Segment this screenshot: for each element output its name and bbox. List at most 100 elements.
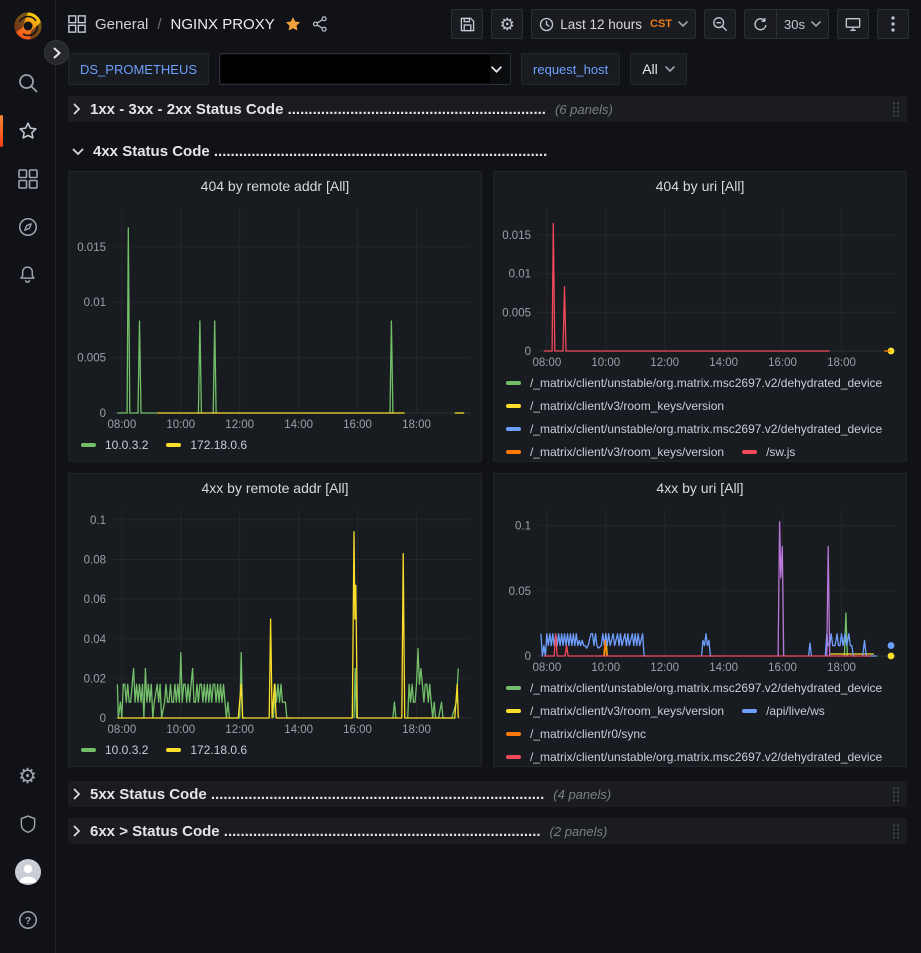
sidebar-item-starred[interactable]	[0, 108, 56, 154]
row-panel-count: (6 panels)	[555, 102, 613, 117]
dashboard-grid-icon	[68, 15, 86, 33]
timeseries-chart[interactable]: 08:0010:0012:0014:0016:0018:0000.050.1	[494, 502, 906, 676]
zoom-out-button[interactable]	[704, 9, 736, 39]
legend-item[interactable]: /_matrix/client/v3/room_keys/version	[506, 702, 724, 719]
legend-item[interactable]: 172.18.0.6	[166, 741, 247, 758]
variable-ds-prometheus-select[interactable]	[219, 53, 511, 85]
timeseries-chart[interactable]: 08:0010:0012:0014:0016:0018:0000.0050.01…	[494, 200, 906, 371]
timeseries-chart[interactable]: 08:0010:0012:0014:0016:0018:0000.0050.01…	[69, 200, 481, 433]
sidebar-item-search[interactable]	[0, 60, 56, 106]
legend-item[interactable]: /_matrix/client/unstable/org.matrix.msc2…	[506, 748, 882, 765]
svg-text:10:00: 10:00	[166, 724, 195, 736]
legend-item[interactable]: /_matrix/client/v3/room_keys/version	[506, 443, 724, 460]
chevron-down-icon	[491, 66, 502, 73]
more-options-button[interactable]	[877, 9, 909, 39]
sidebar-item-alerting[interactable]	[0, 252, 56, 298]
legend-item[interactable]: 10.0.3.2	[81, 741, 148, 758]
chevron-down-icon	[678, 21, 688, 27]
svg-text:10:00: 10:00	[591, 357, 620, 369]
row-4xx-header[interactable]: 4xx Status Code ........................…	[68, 138, 907, 164]
svg-text:08:00: 08:00	[107, 724, 136, 736]
svg-text:0: 0	[100, 713, 106, 725]
gear-icon: ⚙	[500, 16, 515, 33]
refresh-interval-picker[interactable]: 30s	[776, 9, 829, 39]
svg-text:0.06: 0.06	[84, 594, 106, 606]
legend-item[interactable]: /api/live/ws	[742, 702, 825, 719]
svg-text:18:00: 18:00	[827, 357, 856, 369]
row-title[interactable]: 1xx - 3xx - 2xx Status Code ............…	[90, 101, 546, 118]
panel-header[interactable]: 4xx by uri [All]	[494, 474, 906, 502]
row-title[interactable]: 6xx > Status Code ......................…	[90, 823, 541, 840]
time-range-picker[interactable]: Last 12 hours CST	[531, 9, 696, 39]
svg-text:12:00: 12:00	[225, 419, 254, 431]
timeseries-chart[interactable]: 08:0010:0012:0014:0016:0018:0000.020.040…	[69, 502, 481, 738]
svg-text:0.04: 0.04	[84, 634, 107, 646]
save-dashboard-button[interactable]	[451, 9, 483, 39]
sidebar-item-configuration[interactable]: ⚙	[0, 753, 56, 799]
panel-4xx-by-remote-addr: 4xx by remote addr [All] 08:0010:0012:00…	[68, 473, 482, 767]
variable-request-host-select[interactable]: All	[630, 53, 687, 85]
legend-label: /_matrix/client/unstable/org.matrix.msc2…	[530, 681, 882, 695]
legend-label: /sw.js	[766, 445, 795, 459]
panel-header[interactable]: 404 by remote addr [All]	[69, 172, 481, 200]
sidebar-item-profile[interactable]	[0, 849, 56, 895]
legend-label: /_matrix/client/v3/room_keys/version	[530, 445, 724, 459]
row-title[interactable]: 5xx Status Code ........................…	[90, 786, 544, 803]
svg-text:0.01: 0.01	[509, 269, 531, 281]
chevron-right-icon	[72, 788, 81, 800]
svg-text:16:00: 16:00	[343, 419, 372, 431]
panel-header[interactable]: 404 by uri [All]	[494, 172, 906, 200]
favorite-star-icon[interactable]	[284, 15, 302, 33]
dashboard-settings-button[interactable]: ⚙	[491, 9, 523, 39]
legend-item[interactable]: /_matrix/client/unstable/org.matrix.msc2…	[506, 374, 882, 391]
legend-label: /_matrix/client/v3/room_keys/version	[530, 399, 724, 413]
row-drag-handle[interactable]	[891, 101, 901, 118]
breadcrumb-folder[interactable]: General	[95, 16, 148, 33]
svg-text:0.1: 0.1	[515, 521, 531, 533]
legend-label: /_matrix/client/unstable/org.matrix.msc2…	[530, 750, 882, 764]
legend-label: 10.0.3.2	[105, 743, 148, 757]
variables-bar: DS_PROMETHEUS request_host All	[56, 48, 921, 90]
legend-swatch	[81, 748, 96, 752]
svg-text:0.005: 0.005	[77, 353, 106, 365]
legend-swatch	[506, 709, 521, 713]
row-drag-handle[interactable]	[891, 786, 901, 803]
legend-item[interactable]: /_matrix/client/unstable/org.matrix.msc2…	[506, 420, 882, 437]
sidebar-item-server-admin[interactable]	[0, 801, 56, 847]
sidebar-item-dashboards[interactable]	[0, 156, 56, 202]
legend-item[interactable]: 172.18.0.6	[166, 436, 247, 453]
row-5xx-header[interactable]: 5xx Status Code ........................…	[68, 781, 907, 807]
sidebar-item-explore[interactable]	[0, 204, 56, 250]
legend-item[interactable]: /_matrix/client/unstable/org.matrix.msc2…	[506, 679, 882, 696]
legend-swatch	[166, 748, 181, 752]
toolbar: ⚙ Last 12 hours CST	[451, 9, 909, 39]
row-panel-count: (2 panels)	[550, 824, 608, 839]
share-icon[interactable]	[311, 15, 329, 33]
kiosk-mode-button[interactable]	[837, 9, 869, 39]
variable-ds-prometheus-label[interactable]: DS_PROMETHEUS	[68, 53, 209, 85]
sidebar-item-help[interactable]: ?	[0, 897, 56, 943]
panel-404-by-remote-addr: 404 by remote addr [All] 08:0010:0012:00…	[68, 171, 482, 462]
legend-item[interactable]: /_matrix/client/v3/room_keys/version	[506, 397, 724, 414]
panel-header[interactable]: 4xx by remote addr [All]	[69, 474, 481, 502]
row-drag-handle[interactable]	[891, 823, 901, 840]
legend-label: /_matrix/client/v3/room_keys/version	[530, 704, 724, 718]
request-host-value: All	[642, 61, 658, 77]
legend-item[interactable]: /_matrix/client/r0/sync	[506, 725, 646, 742]
sidebar-expand-button[interactable]	[44, 40, 69, 65]
legend-swatch	[506, 404, 521, 408]
panel-grid-row1: 404 by remote addr [All] 08:0010:0012:00…	[68, 171, 907, 462]
svg-text:14:00: 14:00	[284, 419, 313, 431]
breadcrumb-dashboard-title[interactable]: NGINX PROXY	[171, 16, 275, 33]
row-6xx-header[interactable]: 6xx > Status Code ......................…	[68, 818, 907, 844]
legend-item[interactable]: 10.0.3.2	[81, 436, 148, 453]
refresh-button[interactable]	[744, 9, 776, 39]
grafana-logo[interactable]	[6, 6, 50, 46]
bell-icon	[17, 264, 38, 286]
row-title[interactable]: 4xx Status Code ........................…	[93, 143, 547, 160]
legend-item[interactable]: /sw.js	[742, 443, 795, 460]
refresh-icon	[753, 17, 768, 32]
row-1xx-header[interactable]: 1xx - 3xx - 2xx Status Code ............…	[68, 96, 907, 122]
legend-label: /api/live/ws	[766, 704, 825, 718]
variable-request-host-label[interactable]: request_host	[521, 53, 620, 85]
